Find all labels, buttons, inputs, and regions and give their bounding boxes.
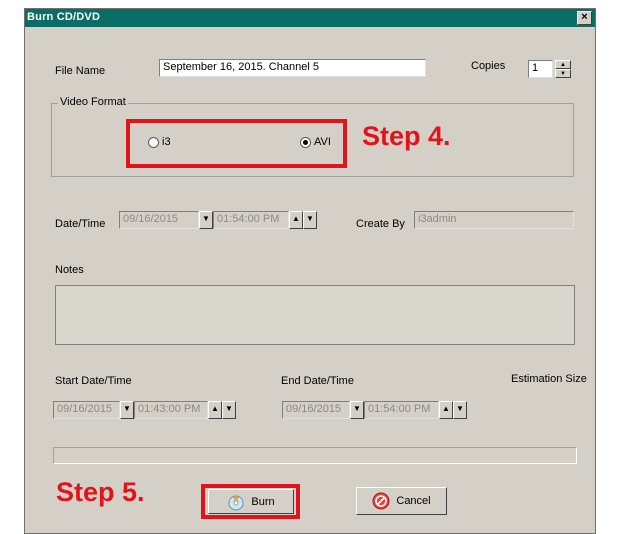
end-time-down-button[interactable]: ▼ bbox=[453, 401, 467, 419]
start-date-time-picker[interactable]: 09/16/2015 ▼ 01:43:00 PM ▲ ▼ bbox=[53, 401, 236, 419]
disc-icon bbox=[228, 493, 244, 510]
start-date-dropdown-button[interactable]: ▼ bbox=[120, 401, 134, 419]
date-time-picker[interactable]: 09/16/2015 ▼ 01:54:00 PM ▲ ▼ bbox=[119, 211, 317, 229]
format-avi-radio[interactable] bbox=[300, 137, 311, 148]
cancel-icon bbox=[372, 492, 390, 510]
create-by-label: Create By bbox=[356, 218, 405, 230]
date-time-label: Date/Time bbox=[55, 218, 106, 230]
file-name-input[interactable]: September 16, 2015. Channel 5 bbox=[159, 59, 426, 77]
burn-button[interactable]: Burn bbox=[208, 489, 294, 514]
time-down-button[interactable]: ▼ bbox=[303, 211, 317, 229]
burn-progress-bar bbox=[53, 447, 577, 464]
format-i3-radio[interactable] bbox=[148, 137, 159, 148]
end-date-time-picker[interactable]: 09/16/2015 ▼ 01:54:00 PM ▲ ▼ bbox=[282, 401, 467, 419]
notes-label: Notes bbox=[55, 264, 84, 276]
start-time-up-button[interactable]: ▲ bbox=[208, 401, 222, 419]
close-button[interactable]: × bbox=[577, 11, 592, 25]
date-field[interactable]: 09/16/2015 bbox=[119, 211, 199, 229]
end-date-time-label: End Date/Time bbox=[281, 375, 354, 387]
end-time-field[interactable]: 01:54:00 PM bbox=[364, 401, 439, 419]
file-name-label: File Name bbox=[55, 65, 106, 77]
burn-dialog: Burn CD/DVD × File Name September 16, 20… bbox=[24, 8, 596, 534]
step4-annotation: Step 4. bbox=[362, 121, 451, 151]
cancel-button-label: Cancel bbox=[396, 495, 431, 507]
copies-up-button[interactable]: ▲ bbox=[555, 60, 571, 69]
end-date-field[interactable]: 09/16/2015 bbox=[282, 401, 350, 419]
start-date-field[interactable]: 09/16/2015 bbox=[53, 401, 120, 419]
copies-down-button[interactable]: ▼ bbox=[555, 69, 571, 78]
video-format-legend: Video Format bbox=[58, 96, 128, 108]
time-up-button[interactable]: ▲ bbox=[289, 211, 303, 229]
end-date-dropdown-button[interactable]: ▼ bbox=[350, 401, 364, 419]
window-title: Burn CD/DVD bbox=[27, 11, 101, 23]
start-date-time-label: Start Date/Time bbox=[55, 375, 132, 387]
create-by-field: i3admin bbox=[414, 211, 574, 229]
copies-stepper[interactable]: ▲ ▼ bbox=[555, 60, 571, 78]
format-i3-label: i3 bbox=[162, 136, 171, 148]
step5-annotation: Step 5. bbox=[56, 477, 145, 507]
start-time-field[interactable]: 01:43:00 PM bbox=[134, 401, 208, 419]
copies-label: Copies bbox=[471, 60, 506, 72]
format-avi-label: AVI bbox=[314, 136, 331, 148]
cancel-button[interactable]: Cancel bbox=[356, 487, 447, 515]
burn-button-label: Burn bbox=[251, 495, 275, 508]
notes-textarea[interactable] bbox=[55, 285, 575, 345]
copies-input[interactable]: 1 bbox=[528, 60, 553, 78]
start-time-down-button[interactable]: ▼ bbox=[222, 401, 236, 419]
date-dropdown-button[interactable]: ▼ bbox=[199, 211, 213, 229]
end-time-up-button[interactable]: ▲ bbox=[439, 401, 453, 419]
estimation-size-label: Estimation Size bbox=[511, 373, 587, 385]
title-bar: Burn CD/DVD × bbox=[25, 9, 595, 27]
time-field[interactable]: 01:54:00 PM bbox=[213, 211, 289, 229]
